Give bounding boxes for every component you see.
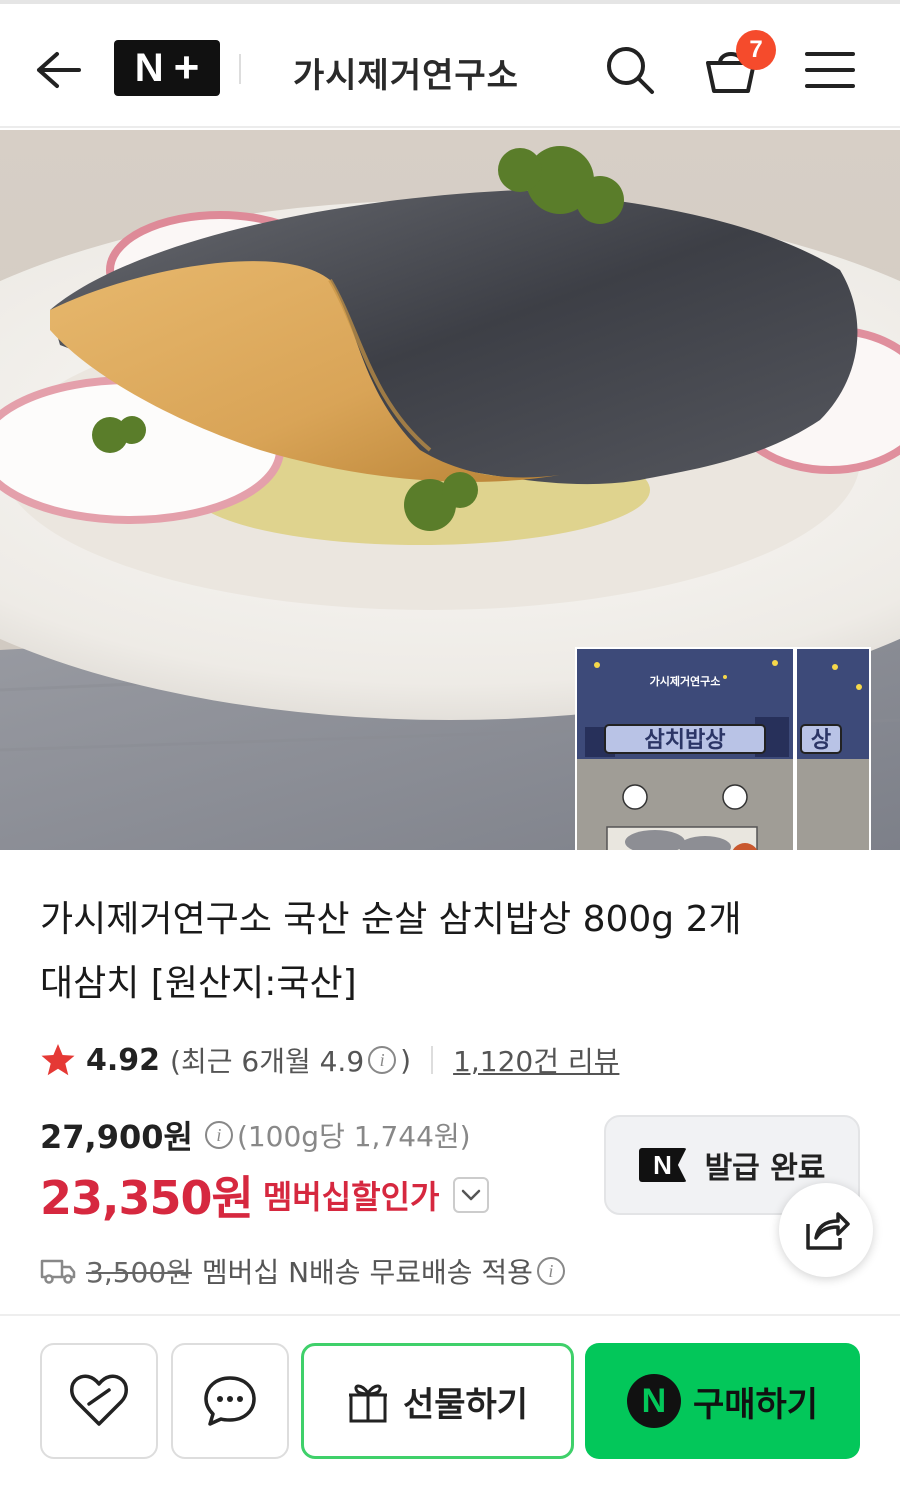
arrow-left-icon: [37, 52, 81, 88]
gift-box-icon: [348, 1384, 387, 1423]
shipping-info-icon[interactable]: i: [536, 1257, 565, 1285]
search-button[interactable]: [600, 40, 660, 100]
original-price-row: 27,900원 i (100g당 1,744원): [40, 1112, 471, 1158]
buy-button[interactable]: N 구매하기: [585, 1343, 860, 1459]
product-title-line1: 가시제거연구소 국산 순살 삼치밥상 800g 2개: [40, 899, 742, 940]
buy-button-label: 구매하기: [692, 1384, 819, 1425]
gift-button-label: 선물하기: [402, 1384, 529, 1425]
product-image-gallery[interactable]: 삼치밥상 가시제거연구소 상 1 / 9: [0, 130, 900, 850]
coupon-status-label: 발급 완료: [704, 1151, 826, 1186]
review-count-link[interactable]: 1,120건 리뷰: [453, 1040, 619, 1080]
product-title-line2: 대삼치 [원산지:국산]: [40, 963, 357, 1004]
original-price: 27,900원: [40, 1118, 193, 1156]
share-button[interactable]: [779, 1183, 873, 1277]
back-button[interactable]: [30, 42, 86, 98]
shipping-note: 멤버십 N배송 무료배송 적용: [201, 1256, 533, 1289]
price-info-icon[interactable]: i: [204, 1121, 233, 1149]
recent-rating-close: ): [400, 1043, 412, 1077]
package-brand: 가시제거연구소: [650, 674, 721, 688]
talktalk-chat-button[interactable]: [171, 1343, 289, 1459]
store-name[interactable]: 가시제거연구소: [293, 48, 519, 97]
search-icon: [607, 47, 654, 94]
recent-rating: (최근 6개월 4.9: [170, 1045, 365, 1078]
chevron-down-icon: [462, 1189, 481, 1201]
rating-divider: [431, 1046, 434, 1074]
gift-button[interactable]: 선물하기: [301, 1343, 574, 1459]
package-illustration: 삼치밥상 가시제거연구소 상: [575, 647, 871, 850]
package-product-name: 삼치밥상: [645, 728, 726, 753]
wishlist-button[interactable]: [40, 1343, 158, 1459]
top-header: N + 가시제거연구소 7: [0, 4, 900, 128]
rating-row: 4.92 (최근 6개월 4.9 i ) 1,120건 리뷰: [40, 1036, 619, 1084]
product-title: 가시제거연구소 국산 순살 삼치밥상 800g 2개 대삼치 [원산지:국산]: [40, 888, 800, 1016]
heart-icon: [70, 1374, 128, 1426]
nplus-badge-n: N: [134, 45, 164, 90]
shipping-fee-struck: 3,500원: [86, 1256, 192, 1289]
delivery-truck-icon: [40, 1259, 76, 1284]
sale-price-row: 23,350원 멤버십할인가: [40, 1164, 490, 1226]
naver-pay-n-icon: N: [626, 1374, 681, 1428]
discount-detail-toggle[interactable]: [453, 1177, 490, 1213]
naver-n-icon: N: [638, 1148, 687, 1182]
package-thumbnail: 삼치밥상 가시제거연구소 상: [575, 647, 871, 850]
menu-button[interactable]: [802, 42, 858, 98]
cart-count-badge: 7: [736, 30, 776, 70]
chat-bubble-icon: [204, 1376, 256, 1426]
info-icon[interactable]: i: [368, 1046, 397, 1074]
share-icon: [806, 1212, 850, 1250]
unit-price: (100g당 1,744원): [236, 1120, 471, 1153]
hamburger-menu-icon: [805, 52, 855, 88]
nplus-badge-plus: +: [173, 43, 200, 92]
rating-score: 4.92: [86, 1042, 161, 1078]
header-divider: [239, 54, 241, 84]
package-product-name-right: 상: [811, 728, 831, 753]
star-icon: [41, 1044, 75, 1076]
membership-discount-label: 멤버십할인가: [262, 1178, 440, 1216]
nplus-store-badge[interactable]: N +: [114, 40, 220, 96]
sale-price: 23,350원: [40, 1171, 254, 1225]
shipping-row: 3,500원 멤버십 N배송 무료배송 적용 i: [40, 1248, 569, 1294]
